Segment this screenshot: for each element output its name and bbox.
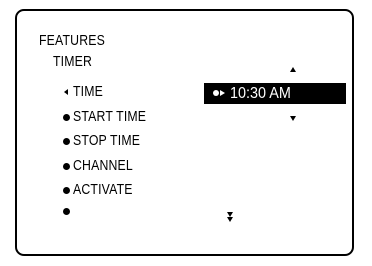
menu-item-activate[interactable]: ACTIVATE — [73, 181, 133, 199]
bullet-icon — [62, 202, 70, 220]
bullet-icon — [62, 181, 70, 199]
bullet-right-pointer-icon — [213, 90, 225, 96]
bullet-icon — [62, 132, 70, 150]
triangle-up-icon[interactable] — [290, 67, 296, 72]
menu-item-start-time[interactable]: START TIME — [73, 108, 146, 126]
double-chevron-down-icon[interactable] — [227, 212, 233, 223]
menu-item-time[interactable]: TIME — [73, 83, 103, 101]
bullet-icon — [62, 157, 70, 175]
time-value-field[interactable]: 10:30 AM — [204, 83, 346, 104]
time-value: 10:30 AM — [230, 85, 291, 102]
menu-item-stop-time[interactable]: STOP TIME — [73, 132, 140, 150]
triangle-down-icon[interactable] — [290, 116, 296, 121]
menu-item-channel[interactable]: CHANNEL — [73, 157, 133, 175]
bullet-icon — [62, 108, 70, 126]
left-pointer-icon — [62, 83, 70, 101]
submenu-title: TIMER — [53, 53, 93, 70]
menu-title: FEATURES — [39, 32, 106, 49]
